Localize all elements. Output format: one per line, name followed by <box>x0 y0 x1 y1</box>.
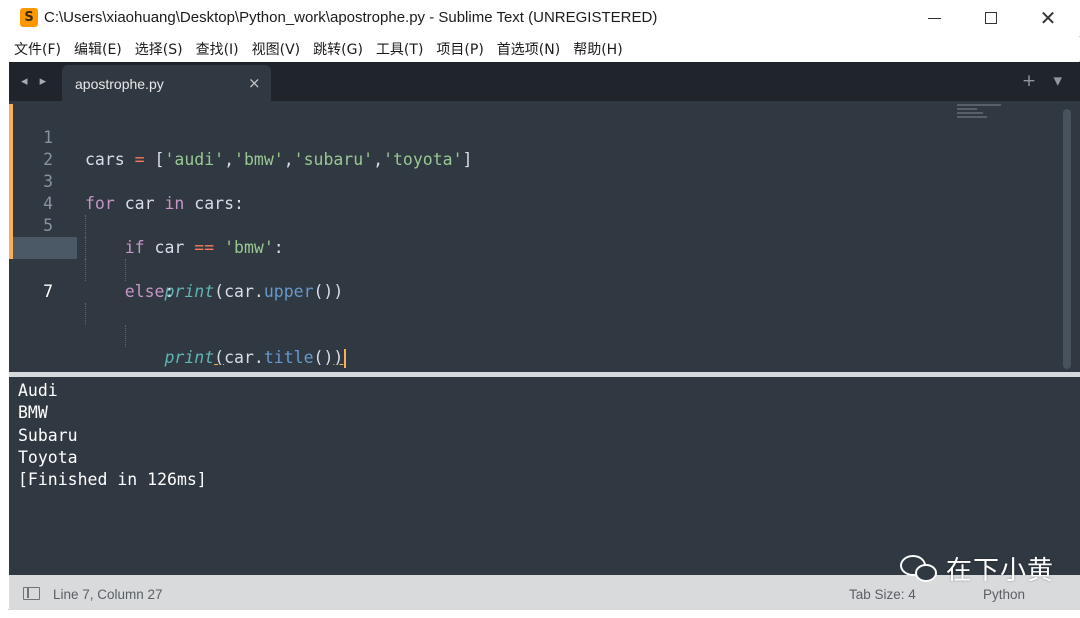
watermark: 在下小黄 <box>898 551 1055 586</box>
indent-guide <box>85 303 86 325</box>
menu-file[interactable]: 文件(F) <box>14 39 61 59</box>
close-window-button[interactable]: ✕ <box>1019 0 1077 36</box>
tab-label: apostrophe.py <box>75 76 164 92</box>
tab-close-icon[interactable]: × <box>248 74 261 92</box>
code-editor[interactable]: 1 cars = ['audi','bmw','subaru','toyota'… <box>9 101 1080 372</box>
indent-guide <box>125 325 126 347</box>
sublime-window: S C:\Users\xiaohuang\Desktop\Python_work… <box>8 0 1080 610</box>
menu-edit[interactable]: 编辑(E) <box>74 39 122 59</box>
build-output-panel: Audi BMW Subaru Toyota [Finished in 126m… <box>9 377 1080 575</box>
code-line-3: 3 for car in cars: <box>9 149 1059 213</box>
code-line-1: 1 cars = ['audi','bmw','subaru','toyota'… <box>9 105 1059 169</box>
panel-toggle-icon[interactable] <box>23 587 40 600</box>
code-line-7: 7 print(car.title()) <box>9 237 1059 368</box>
watermark-text: 在下小黄 <box>946 555 1055 586</box>
menu-preferences[interactable]: 首选项(N) <box>497 39 560 59</box>
wechat-icon <box>898 551 940 585</box>
sublime-app-icon: S <box>20 8 38 27</box>
syntax-selector[interactable]: Python <box>983 587 1025 602</box>
code-text: print(car.title()) <box>85 347 347 369</box>
code-line-4: 4 if car == 'bmw': <box>9 171 1059 257</box>
vertical-scrollbar[interactable] <box>1063 109 1071 369</box>
line-number: 7 <box>43 282 53 301</box>
output-line: Toyota <box>18 447 78 467</box>
output-line: [Finished in 126ms] <box>18 470 207 490</box>
output-line: Subaru <box>18 425 78 445</box>
minimize-button[interactable] <box>905 0 963 36</box>
menu-find[interactable]: 查找(I) <box>196 39 239 59</box>
minimize-icon <box>927 17 941 19</box>
tab-bar: ◂ ▸ apostrophe.py × + ▾ <box>9 62 1080 101</box>
output-line: Audi <box>18 381 58 400</box>
indent-guide <box>125 259 126 281</box>
cursor-position: Line 7, Column 27 <box>53 587 163 602</box>
editor-shell: ◂ ▸ apostrophe.py × + ▾ 1 cars = ['audi'… <box>9 62 1080 610</box>
menu-bar: 文件(F) 编辑(E) 选择(S) 查找(I) 视图(V) 跳转(G) 工具(T… <box>8 37 1080 61</box>
menu-help[interactable]: 帮助(H) <box>573 39 622 59</box>
title-bar: S C:\Users\xiaohuang\Desktop\Python_work… <box>8 0 1080 36</box>
menu-project[interactable]: 项目(P) <box>436 39 483 59</box>
active-line-highlight <box>13 237 77 259</box>
tab-size-selector[interactable]: Tab Size: 4 <box>849 587 916 602</box>
minimap[interactable] <box>957 104 1007 124</box>
menu-selection[interactable]: 选择(S) <box>135 39 183 59</box>
tab-apostrophe-py[interactable]: apostrophe.py × <box>62 65 271 101</box>
maximize-button[interactable] <box>962 0 1020 36</box>
window-title: C:\Users\xiaohuang\Desktop\Python_work\a… <box>44 9 658 26</box>
menu-tools[interactable]: 工具(T) <box>376 39 423 59</box>
new-tab-and-tab-menu-icon[interactable]: + ▾ <box>1022 71 1068 91</box>
output-line: BMW <box>18 403 48 423</box>
tab-nav-arrows-icon[interactable]: ◂ ▸ <box>21 74 50 89</box>
menu-goto[interactable]: 跳转(G) <box>313 39 363 59</box>
code-text: else: <box>124 282 175 301</box>
close-icon: ✕ <box>1039 6 1057 30</box>
code-line-2: 2 <box>9 127 1059 169</box>
menu-view[interactable]: 视图(V) <box>252 39 301 59</box>
code-line-5: 5 print(car.upper()) <box>9 193 1059 301</box>
text-cursor <box>344 349 347 368</box>
code-line-6: 6 else: <box>9 215 1059 301</box>
maximize-icon <box>985 12 997 24</box>
